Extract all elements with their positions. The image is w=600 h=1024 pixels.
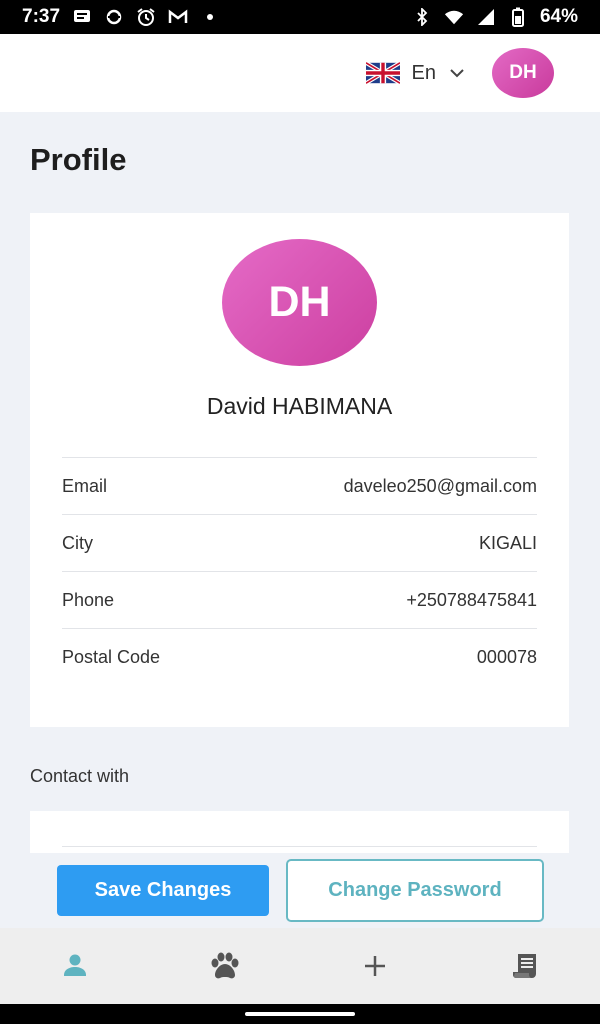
detail-label: Postal Code bbox=[62, 646, 161, 667]
paw-icon bbox=[211, 952, 239, 979]
detail-value: +250788475841 bbox=[406, 589, 537, 610]
profile-card: DH David HABIMANA Email daveleo250@gmail… bbox=[30, 213, 569, 727]
language-selector[interactable]: En bbox=[365, 61, 466, 85]
gmail-icon bbox=[168, 7, 188, 27]
page-title: Profile bbox=[30, 142, 127, 177]
nav-profile[interactable] bbox=[45, 936, 105, 996]
home-indicator[interactable] bbox=[245, 1012, 355, 1016]
status-time: 7:37 bbox=[22, 6, 61, 27]
bottom-navigation bbox=[0, 928, 600, 1004]
detail-label: City bbox=[62, 532, 93, 553]
language-label: En bbox=[411, 61, 436, 84]
system-navigation-bar bbox=[0, 1004, 600, 1024]
profile-details: Email daveleo250@gmail.com City KIGALI P… bbox=[62, 457, 537, 685]
profile-name: David HABIMANA bbox=[206, 393, 393, 419]
nav-pets[interactable] bbox=[195, 936, 255, 996]
signal-icon bbox=[476, 7, 496, 27]
detail-label: Phone bbox=[62, 589, 115, 610]
detail-label: Email bbox=[62, 475, 108, 496]
bluetooth-icon bbox=[412, 7, 432, 27]
detail-row-city: City KIGALI bbox=[62, 514, 537, 571]
contact-section-label: Contact with bbox=[30, 766, 130, 786]
chevron-down-icon bbox=[450, 69, 464, 78]
save-changes-button[interactable]: Save Changes bbox=[57, 865, 269, 916]
header-avatar[interactable]: DH bbox=[492, 48, 554, 98]
dot-icon bbox=[200, 7, 220, 27]
contact-card bbox=[30, 811, 569, 853]
detail-value: 000078 bbox=[476, 646, 537, 667]
alarm-icon bbox=[136, 7, 156, 27]
uk-flag-icon bbox=[365, 62, 400, 84]
person-icon bbox=[64, 954, 86, 976]
status-bar: 7:37 64% bbox=[0, 0, 600, 34]
receipt-icon bbox=[513, 954, 536, 978]
detail-row-phone: Phone +250788475841 bbox=[62, 571, 537, 628]
divider bbox=[62, 846, 537, 847]
sync-icon bbox=[104, 7, 124, 27]
nav-records[interactable] bbox=[495, 936, 555, 996]
battery-icon bbox=[508, 7, 528, 27]
profile-avatar: DH bbox=[222, 239, 377, 366]
app-header: En DH bbox=[0, 34, 600, 112]
message-icon bbox=[72, 7, 92, 27]
change-password-button[interactable]: Change Password bbox=[286, 859, 544, 922]
detail-value: daveleo250@gmail.com bbox=[343, 475, 537, 496]
detail-row-email: Email daveleo250@gmail.com bbox=[62, 457, 537, 514]
plus-icon bbox=[365, 956, 385, 976]
detail-value: KIGALI bbox=[478, 532, 537, 553]
nav-add[interactable] bbox=[345, 936, 405, 996]
detail-row-postal-code: Postal Code 000078 bbox=[62, 628, 537, 685]
battery-percent: 64% bbox=[539, 6, 578, 27]
wifi-icon bbox=[444, 7, 464, 27]
